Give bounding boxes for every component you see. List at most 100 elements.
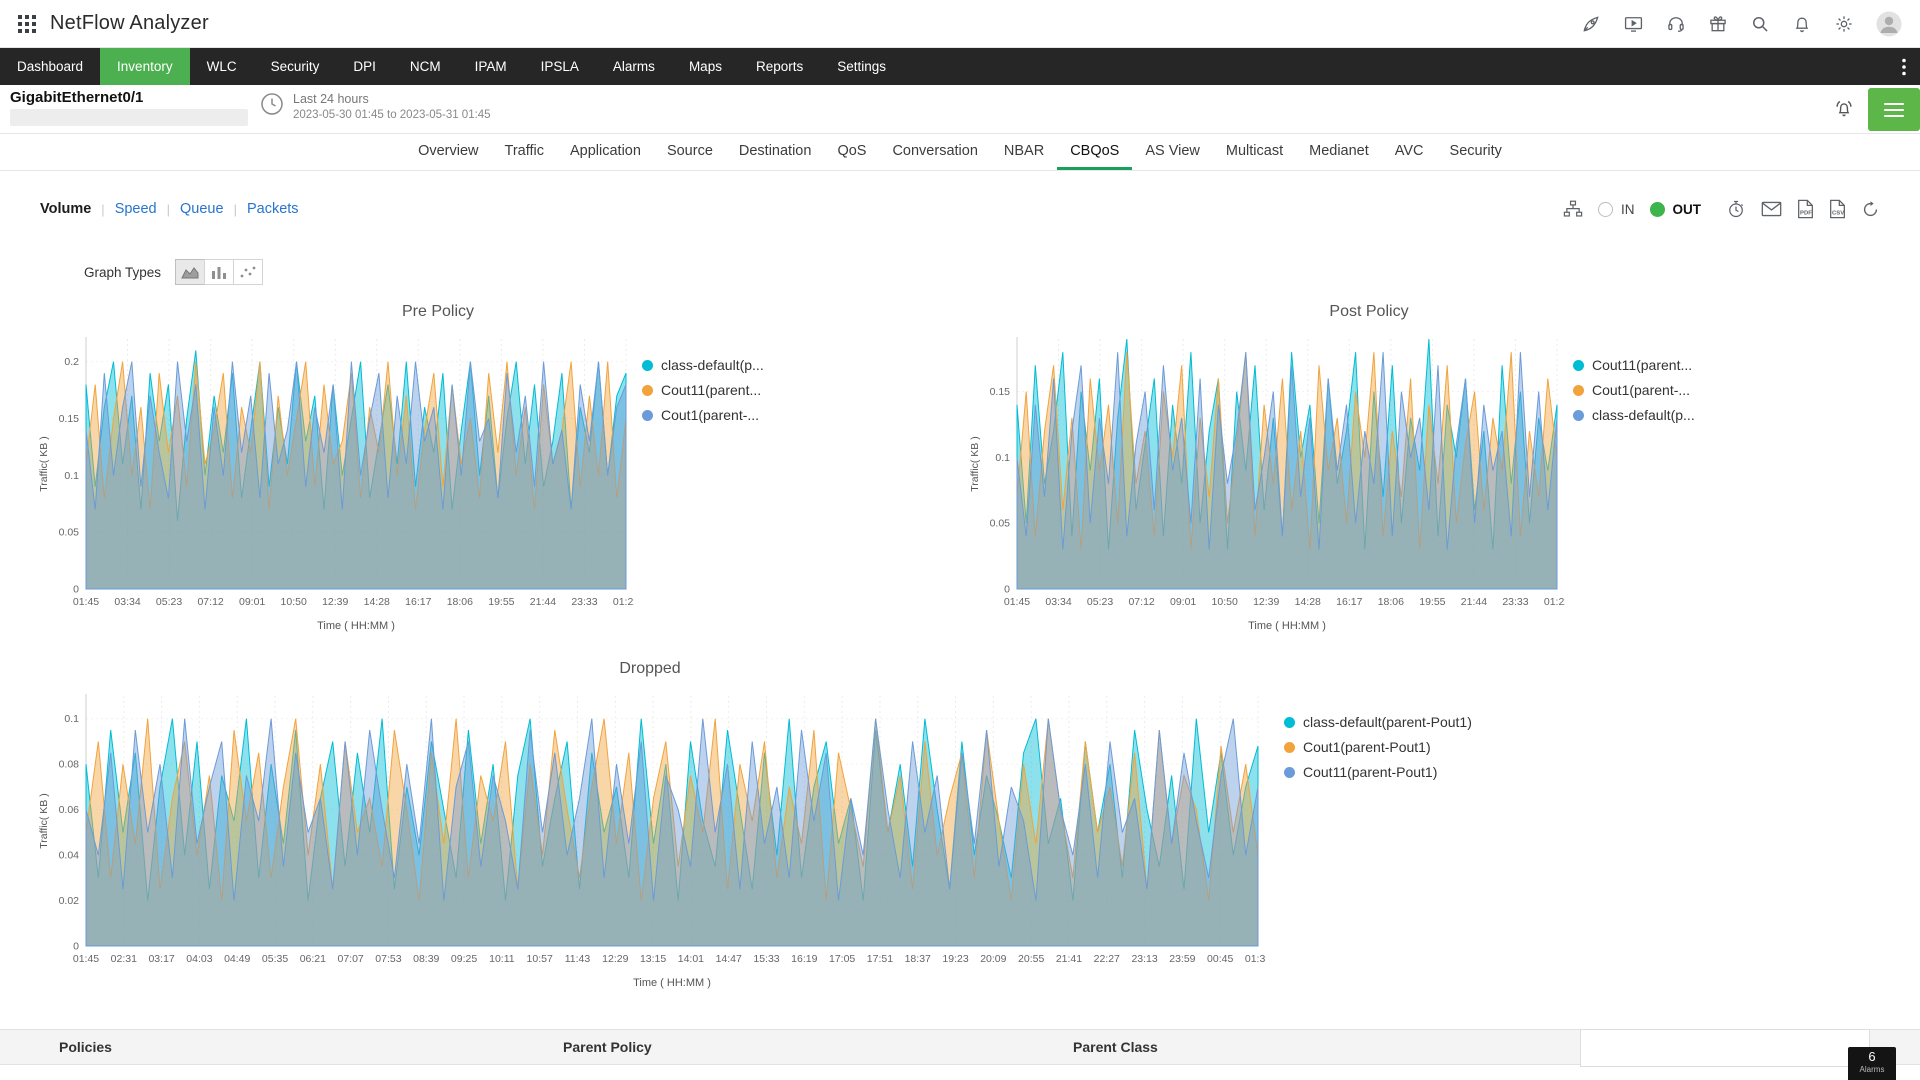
tab-overview[interactable]: Overview (405, 134, 491, 170)
legend-label: Cout1(parent-Pout1) (1303, 739, 1431, 755)
svg-text:14:01: 14:01 (678, 953, 704, 965)
legend-item[interactable]: Cout11(parent-Pout1) (1284, 764, 1484, 780)
nav-item-ipam[interactable]: IPAM (458, 48, 524, 85)
top-bar: NetFlow Analyzer (0, 0, 1920, 48)
charts-area: Pre Policy 01:4503:3405:2307:1209:0110:5… (0, 303, 1920, 1009)
tab-application[interactable]: Application (557, 134, 654, 170)
refresh-icon[interactable] (1861, 200, 1880, 219)
svg-text:23:33: 23:33 (571, 596, 597, 608)
bottom-chart-row: Dropped 01:4502:3103:1704:0304:4905:3506… (0, 660, 1920, 1009)
interface-name-block[interactable]: GigabitEthernet0/1 (10, 89, 260, 126)
view-link-queue[interactable]: Queue (180, 201, 224, 217)
legend-item[interactable]: class-default(p... (642, 357, 842, 373)
nav-item-security[interactable]: Security (254, 48, 337, 85)
notifications-bell-icon[interactable] (1792, 14, 1812, 34)
settings-gear-icon[interactable] (1834, 14, 1854, 34)
nav-item-ipsla[interactable]: IPSLA (524, 48, 596, 85)
search-icon[interactable] (1750, 14, 1770, 34)
table-search-box[interactable] (1580, 1029, 1870, 1067)
page-menu-button[interactable] (1868, 88, 1920, 131)
svg-text:11:43: 11:43 (565, 953, 591, 965)
tab-avc[interactable]: AVC (1382, 134, 1437, 170)
tab-qos[interactable]: QoS (824, 134, 879, 170)
legend-item[interactable]: class-default(p... (1573, 407, 1773, 423)
tab-medianet[interactable]: Medianet (1296, 134, 1382, 170)
legend-item[interactable]: class-default(parent-Pout1) (1284, 714, 1484, 730)
addons-gift-icon[interactable] (1708, 14, 1728, 34)
svg-text:04:03: 04:03 (186, 953, 212, 965)
tab-conversation[interactable]: Conversation (879, 134, 990, 170)
support-headset-icon[interactable] (1666, 14, 1686, 34)
nav-item-inventory[interactable]: Inventory (100, 48, 190, 85)
alarm-bell-icon[interactable] (1832, 98, 1856, 120)
tab-multicast[interactable]: Multicast (1213, 134, 1296, 170)
nav-item-dpi[interactable]: DPI (336, 48, 393, 85)
graph-type-bar-button[interactable] (204, 259, 234, 285)
svg-text:03:34: 03:34 (1045, 596, 1071, 608)
nav-item-maps[interactable]: Maps (672, 48, 739, 85)
alarms-widget[interactable]: 6 Alarms (1848, 1047, 1896, 1080)
legend-dot (1284, 767, 1295, 778)
svg-text:10:50: 10:50 (1212, 596, 1238, 608)
tab-as-view[interactable]: AS View (1132, 134, 1213, 170)
hierarchy-compare-icon[interactable] (1563, 200, 1583, 218)
tab-traffic[interactable]: Traffic (492, 134, 557, 170)
legend-item[interactable]: Cout1(parent-Pout1) (1284, 739, 1484, 755)
graph-types-row: Graph Types (0, 255, 1920, 289)
nav-item-reports[interactable]: Reports (739, 48, 820, 85)
svg-text:00:45: 00:45 (1207, 953, 1233, 965)
chart-title: Dropped (34, 660, 1266, 684)
dropped-chart[interactable]: 01:4502:3103:1704:0304:4905:3506:2107:07… (34, 684, 1266, 1009)
nav-overflow-menu-icon[interactable] (1888, 48, 1920, 85)
time-range-label: Last 24 hours (293, 92, 491, 106)
time-range-selector[interactable]: Last 24 hours 2023-05-30 01:45 to 2023-0… (260, 92, 491, 121)
user-avatar[interactable] (1876, 11, 1902, 37)
nav-item-settings[interactable]: Settings (820, 48, 903, 85)
csv-export-icon[interactable]: CSV (1829, 199, 1846, 219)
pre-policy-chart[interactable]: 01:4503:3405:2307:1209:0110:5012:3914:28… (34, 327, 634, 652)
legend-item[interactable]: Cout11(parent... (1573, 357, 1773, 373)
report-tabs: OverviewTrafficApplicationSourceDestinat… (0, 134, 1920, 171)
in-radio[interactable] (1598, 202, 1613, 217)
email-icon[interactable] (1761, 200, 1782, 218)
svg-text:23:13: 23:13 (1131, 953, 1157, 965)
nav-item-wlc[interactable]: WLC (190, 48, 254, 85)
svg-text:Time ( HH:MM ): Time ( HH:MM ) (1248, 620, 1326, 632)
rocket-icon[interactable] (1581, 14, 1601, 34)
tab-destination[interactable]: Destination (726, 134, 825, 170)
graph-type-scatter-button[interactable] (233, 259, 263, 285)
legend-item[interactable]: Cout11(parent... (642, 382, 842, 398)
apps-grid-icon[interactable] (18, 15, 36, 33)
post-policy-chart[interactable]: 01:4503:3405:2307:1209:0110:5012:3914:28… (965, 327, 1565, 652)
nav-item-ncm[interactable]: NCM (393, 48, 458, 85)
tab-cbqos[interactable]: CBQoS (1057, 134, 1132, 170)
out-radio[interactable] (1650, 202, 1665, 217)
svg-text:20:09: 20:09 (980, 953, 1006, 965)
legend-item[interactable]: Cout1(parent-... (642, 407, 842, 423)
svg-text:CSV: CSV (1832, 210, 1844, 216)
graph-type-area-button[interactable] (175, 259, 205, 285)
tab-source[interactable]: Source (654, 134, 726, 170)
svg-text:16:19: 16:19 (791, 953, 817, 965)
legend-dot (1573, 410, 1584, 421)
svg-text:09:01: 09:01 (1170, 596, 1196, 608)
nav-item-dashboard[interactable]: Dashboard (0, 48, 100, 85)
svg-text:17:05: 17:05 (829, 953, 855, 965)
post-policy-chart-group: Post Policy 01:4503:3405:2307:1209:0110:… (965, 303, 1773, 652)
view-link-packets[interactable]: Packets (247, 201, 299, 217)
tab-security[interactable]: Security (1437, 134, 1515, 170)
svg-text:12:29: 12:29 (602, 953, 628, 965)
view-link-speed[interactable]: Speed (115, 201, 157, 217)
legend-item[interactable]: Cout1(parent-... (1573, 382, 1773, 398)
interface-filter-input[interactable] (10, 109, 248, 126)
time-range-detail: 2023-05-30 01:45 to 2023-05-31 01:45 (293, 109, 491, 121)
screen-demo-icon[interactable] (1623, 14, 1644, 34)
view-link-volume[interactable]: Volume (40, 201, 91, 217)
pdf-export-icon[interactable]: PDF (1797, 199, 1814, 219)
interface-name[interactable]: GigabitEthernet0/1 (10, 89, 260, 106)
tab-nbar[interactable]: NBAR (991, 134, 1057, 170)
nav-item-alarms[interactable]: Alarms (596, 48, 672, 85)
in-label: IN (1621, 202, 1635, 217)
timer-icon[interactable] (1726, 199, 1746, 219)
svg-text:10:50: 10:50 (281, 596, 307, 608)
